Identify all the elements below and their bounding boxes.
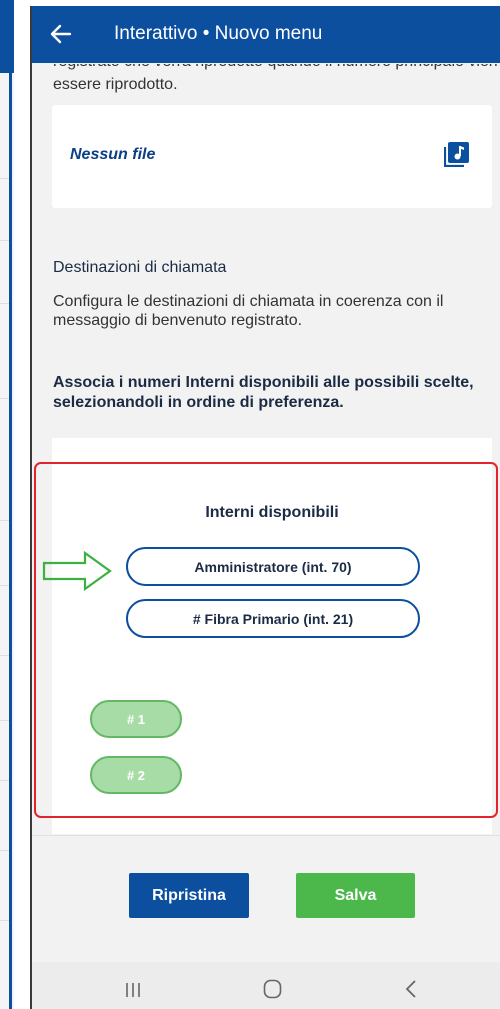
chevron-left-icon[interactable] [404,979,418,999]
section-title: Destinazioni di chiamata [53,259,227,276]
system-nav-bar [32,962,500,1009]
divider [0,720,9,721]
divider [0,178,9,179]
previous-divider [9,73,12,1009]
divider [0,655,9,656]
page-title: Interattivo • Nuovo menu [114,23,323,44]
divider [0,780,9,781]
section-instructions: Associa i numeri Interni disponibili all… [53,374,474,411]
screenshot-root: Interattivo • Nuovo menu registrato che … [0,0,500,1009]
divider [0,850,9,851]
action-bar: Ripristina Salva [32,835,500,942]
annotation-highlight-box [34,462,498,818]
section-description: Configura le destinazioni di chiamata in… [53,293,444,329]
music-file-icon[interactable] [444,141,470,167]
intro-text: essere riprodotto. [53,76,178,93]
previous-screen-strip [0,0,14,1009]
divider [0,585,9,586]
divider [0,920,9,921]
previous-appbar [0,0,14,73]
app-bar: Interattivo • Nuovo menu [32,6,500,63]
save-button[interactable]: Salva [296,873,415,918]
home-icon[interactable] [263,979,282,999]
outline-arrow-right-icon [42,551,112,591]
reset-button[interactable]: Ripristina [129,873,249,918]
divider [0,520,9,521]
divider [0,303,9,304]
clipped-intro-line: registrato che verrà riprodotto quando i… [53,64,498,72]
recent-apps-icon[interactable] [124,982,142,998]
file-card: Nessun file [52,105,492,208]
arrow-left-icon[interactable] [48,21,74,47]
divider [0,398,9,399]
file-name-label: Nessun file [70,146,156,163]
divider [0,240,9,241]
